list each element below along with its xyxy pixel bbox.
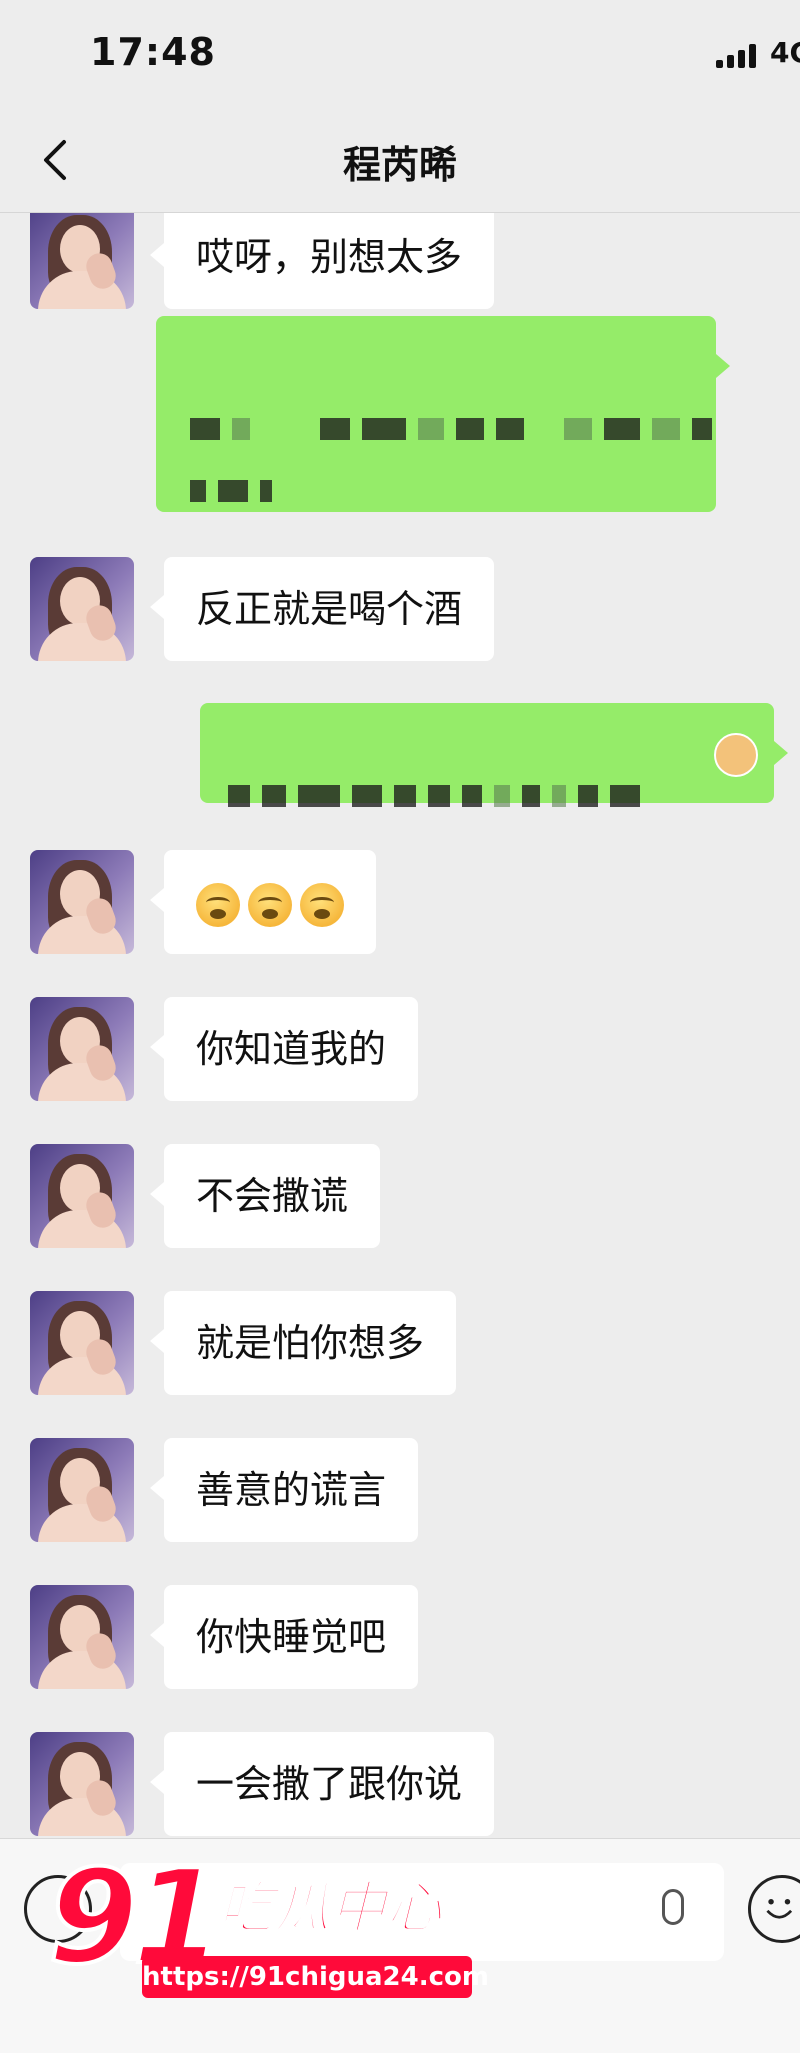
message-bubble[interactable]: 反正就是喝个酒: [149, 557, 495, 661]
redacted-text: [190, 374, 724, 440]
site-watermark: 91 吃瓜中心 https://91chigua24.com: [46, 1850, 489, 2002]
message-list[interactable]: 哎呀，别想太多 反正就是喝个酒 😭😭😭: [0, 213, 800, 1838]
message-bubble[interactable]: 😭😭😭: [150, 850, 376, 954]
message-row: 反正就是喝个酒: [0, 557, 800, 661]
crying-face-emoji: [300, 882, 344, 927]
message-bubble[interactable]: 哎呀，别想太多: [149, 213, 495, 309]
message-bubble[interactable]: 你知道我的: [149, 997, 419, 1101]
crying-face-emoji: [196, 882, 240, 927]
avatar[interactable]: [30, 1291, 134, 1395]
watermark-brand: 吃瓜中心: [217, 1875, 443, 1942]
message-bubble-redacted[interactable]: [156, 316, 730, 512]
message-row: 一会撒了跟你说: [0, 1732, 800, 1836]
cat-emoji: [714, 733, 758, 777]
message-bubble[interactable]: 就是怕你想多: [149, 1291, 457, 1395]
avatar[interactable]: [30, 1732, 134, 1836]
message-row: [0, 316, 800, 516]
message-row: 不会撒谎: [0, 1144, 800, 1248]
message-row: 你知道我的: [0, 997, 800, 1101]
message-row: 😭😭😭: [0, 850, 800, 954]
microphone-icon[interactable]: [662, 1889, 684, 1925]
avatar[interactable]: [30, 1585, 134, 1689]
avatar[interactable]: [30, 213, 134, 309]
avatar[interactable]: [30, 850, 134, 954]
message-bubble-redacted[interactable]: [200, 703, 788, 807]
emoji-icon[interactable]: [748, 1875, 800, 1943]
watermark-url: https://91chigua24.com: [142, 1956, 489, 1998]
redacted-text: [190, 436, 284, 502]
chat-header: 程芮晞: [0, 110, 800, 213]
crying-face-emoji: [248, 882, 292, 927]
message-bubble[interactable]: 善意的谎言: [149, 1438, 419, 1542]
message-bubble[interactable]: 你快睡觉吧: [149, 1585, 419, 1689]
status-time: 17:48: [90, 30, 216, 74]
avatar[interactable]: [30, 1144, 134, 1248]
message-row: [0, 703, 800, 807]
message-row: 哎呀，别想太多: [0, 213, 800, 309]
avatar[interactable]: [30, 557, 134, 661]
network-type: 4G: [770, 36, 800, 69]
status-bar: 17:48 4G: [0, 0, 800, 110]
avatar[interactable]: [30, 997, 134, 1101]
message-bubble[interactable]: 一会撒了跟你说: [149, 1732, 495, 1836]
message-bubble[interactable]: 不会撒谎: [149, 1144, 381, 1248]
avatar[interactable]: [30, 1438, 134, 1542]
redacted-text: [228, 741, 652, 807]
signal-icon: [716, 44, 760, 68]
message-row: 你快睡觉吧: [0, 1585, 800, 1689]
message-row: 就是怕你想多: [0, 1291, 800, 1395]
message-row: 善意的谎言: [0, 1438, 800, 1542]
chat-title: 程芮晞: [342, 143, 457, 187]
